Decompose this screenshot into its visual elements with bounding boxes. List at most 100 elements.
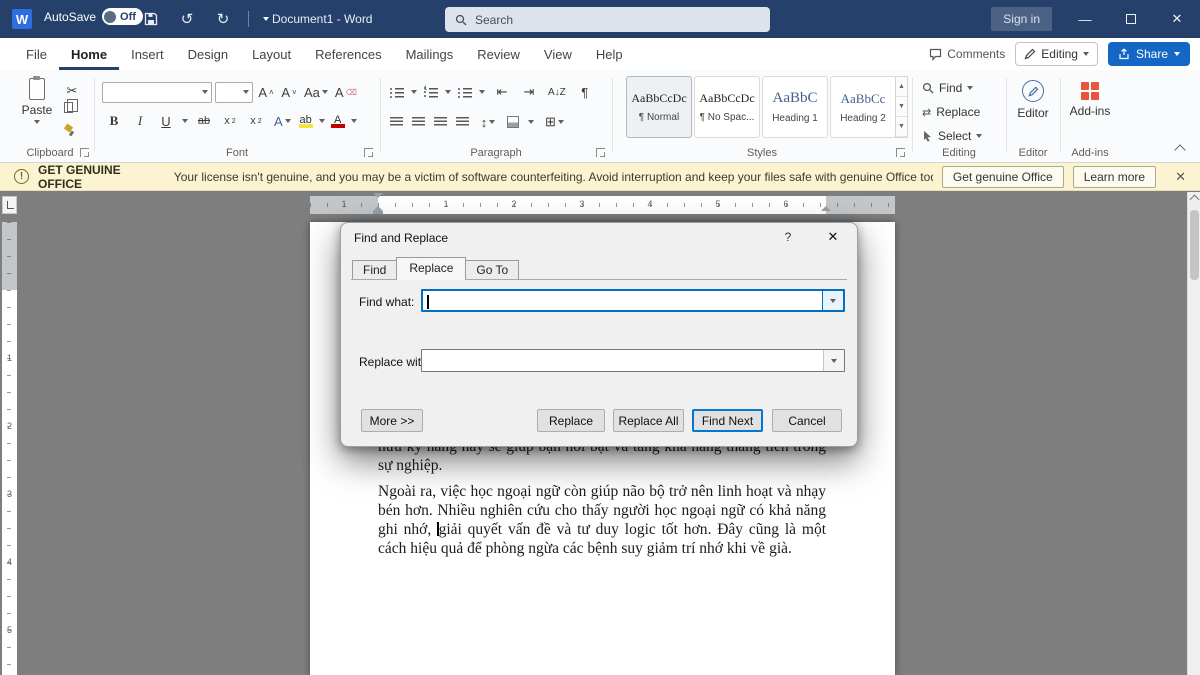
autosave-pill[interactable]: Off: [102, 8, 143, 25]
font-color-button[interactable]: A: [331, 114, 345, 128]
find-what-dropdown[interactable]: [822, 291, 843, 310]
sort-icon[interactable]: A↓Z: [546, 81, 568, 103]
paragraph-dialog-launcher-icon[interactable]: [596, 148, 605, 157]
dialog-tab-replace[interactable]: Replace: [396, 257, 466, 280]
share-button[interactable]: Share: [1108, 42, 1190, 66]
tab-layout[interactable]: Layout: [240, 38, 303, 70]
first-line-indent-icon[interactable]: [373, 193, 383, 198]
close-button[interactable]: ✕: [1154, 0, 1200, 38]
bullets-icon[interactable]: [390, 87, 404, 98]
doc-line[interactable]: bén hơn. Nhiều nghiên cứu cho thấy người…: [378, 501, 826, 520]
undo-icon[interactable]: ↺: [176, 8, 198, 30]
clipboard-dialog-launcher-icon[interactable]: [80, 148, 89, 157]
find-button[interactable]: Find: [922, 78, 973, 98]
align-left-icon[interactable]: [390, 117, 403, 127]
style-heading-1[interactable]: AaBbC Heading 1: [762, 76, 828, 138]
styles-dialog-launcher-icon[interactable]: [896, 148, 905, 157]
align-right-icon[interactable]: [434, 117, 447, 127]
superscript-button[interactable]: x2: [246, 110, 266, 132]
right-indent-icon[interactable]: [821, 206, 831, 211]
find-what-value[interactable]: [423, 291, 822, 310]
vertical-scrollbar[interactable]: [1187, 192, 1200, 675]
increase-indent-icon[interactable]: ⇥: [519, 81, 539, 103]
addins-button[interactable]: Add-ins: [1064, 82, 1116, 118]
bold-button[interactable]: B: [104, 110, 124, 132]
scrollbar-thumb[interactable]: [1190, 210, 1199, 280]
paragraph-marks-icon[interactable]: ¶: [575, 81, 595, 103]
doc-line[interactable]: ghi nhớ, giải quyết vấn đề và tư duy log…: [378, 520, 826, 539]
minimize-button[interactable]: —: [1062, 0, 1108, 38]
redo-icon[interactable]: ↻: [212, 8, 234, 30]
editing-mode-button[interactable]: Editing: [1015, 42, 1098, 66]
numbering-icon[interactable]: [424, 87, 438, 98]
sign-in-button[interactable]: Sign in: [991, 7, 1052, 31]
autosave-toggle[interactable]: AutoSave Off: [44, 8, 143, 25]
vertical-ruler[interactable]: 1 2 3 4 5: [2, 222, 17, 675]
tab-stop-selector[interactable]: [2, 196, 17, 214]
find-next-button[interactable]: Find Next: [692, 409, 763, 432]
customize-qat-icon[interactable]: [263, 17, 269, 21]
styles-gallery-more-icon[interactable]: ▼: [896, 117, 907, 137]
doc-line[interactable]: cách hiệu quả để phòng ngừa các bệnh suy…: [378, 539, 826, 558]
save-icon[interactable]: [140, 8, 162, 30]
italic-button[interactable]: I: [130, 110, 150, 132]
strikethrough-button[interactable]: ab: [194, 110, 214, 132]
learn-more-button[interactable]: Learn more: [1073, 166, 1156, 188]
scroll-up-icon[interactable]: [1190, 195, 1200, 205]
align-center-icon[interactable]: [412, 117, 425, 127]
clear-formatting-button[interactable]: A⌫: [333, 81, 359, 103]
subscript-button[interactable]: x2: [220, 110, 240, 132]
justify-icon[interactable]: [456, 117, 469, 127]
select-button[interactable]: Select: [922, 126, 982, 146]
more-button[interactable]: More >>: [361, 409, 423, 432]
style-no-spacing[interactable]: AaBbCcDc ¶ No Spac...: [694, 76, 760, 138]
font-size-combobox[interactable]: [215, 82, 253, 103]
replace-button[interactable]: ⇄ Replace: [922, 102, 980, 122]
replace-with-combobox[interactable]: [421, 349, 845, 372]
highlight-color-button[interactable]: ab: [299, 114, 313, 128]
find-what-combobox[interactable]: [421, 289, 845, 312]
increase-font-size-button[interactable]: A˄: [256, 81, 276, 103]
tab-review[interactable]: Review: [465, 38, 532, 70]
tab-home[interactable]: Home: [59, 38, 119, 70]
styles-scroll-up-icon[interactable]: ▲: [896, 77, 907, 97]
font-name-combobox[interactable]: [102, 82, 212, 103]
horizontal-ruler[interactable]: 1 1 2 3 4 5 6: [310, 196, 895, 214]
replace-with-value[interactable]: [422, 350, 823, 371]
doc-line[interactable]: sự nghiệp.: [378, 456, 826, 475]
tab-help[interactable]: Help: [584, 38, 635, 70]
doc-line[interactable]: Ngoài ra, việc học ngoại ngữ còn giúp nã…: [378, 482, 826, 501]
tab-references[interactable]: References: [303, 38, 393, 70]
search-input[interactable]: Search: [445, 7, 770, 32]
font-color-options-icon[interactable]: [351, 119, 357, 123]
decrease-indent-icon[interactable]: ⇤: [492, 81, 512, 103]
replace-button-dialog[interactable]: Replace: [537, 409, 605, 432]
maximize-button[interactable]: [1108, 0, 1154, 38]
font-dialog-launcher-icon[interactable]: [364, 148, 373, 157]
underline-button[interactable]: U: [156, 110, 176, 132]
line-spacing-icon[interactable]: ↕: [478, 111, 498, 133]
tab-insert[interactable]: Insert: [119, 38, 176, 70]
tab-design[interactable]: Design: [176, 38, 240, 70]
editor-button[interactable]: Editor: [1010, 80, 1056, 120]
tab-mailings[interactable]: Mailings: [394, 38, 466, 70]
copy-icon[interactable]: [64, 102, 73, 113]
dialog-tab-find[interactable]: Find: [352, 260, 397, 280]
word-logo-icon[interactable]: W: [12, 9, 32, 29]
change-case-button[interactable]: Aa: [302, 81, 330, 103]
text-effects-button[interactable]: A: [272, 110, 293, 132]
document-text[interactable]: hữu kỹ năng này sẽ giúp bạn nổi bật và t…: [378, 437, 826, 558]
dialog-help-icon[interactable]: ?: [779, 230, 797, 244]
replace-all-button[interactable]: Replace All: [613, 409, 684, 432]
tab-file[interactable]: File: [14, 38, 59, 70]
collapse-ribbon-icon[interactable]: [1174, 144, 1185, 155]
banner-close-icon[interactable]: ✕: [1175, 169, 1186, 185]
style-normal[interactable]: AaBbCcDc ¶ Normal: [626, 76, 692, 138]
dialog-tab-goto[interactable]: Go To: [465, 260, 519, 280]
multilevel-list-icon[interactable]: [458, 87, 472, 98]
borders-icon[interactable]: ⊞: [543, 111, 566, 133]
get-genuine-office-button[interactable]: Get genuine Office: [942, 166, 1064, 188]
decrease-font-size-button[interactable]: A˅: [279, 81, 299, 103]
shading-icon[interactable]: [507, 116, 519, 128]
style-heading-2[interactable]: AaBbCc Heading 2: [830, 76, 896, 138]
